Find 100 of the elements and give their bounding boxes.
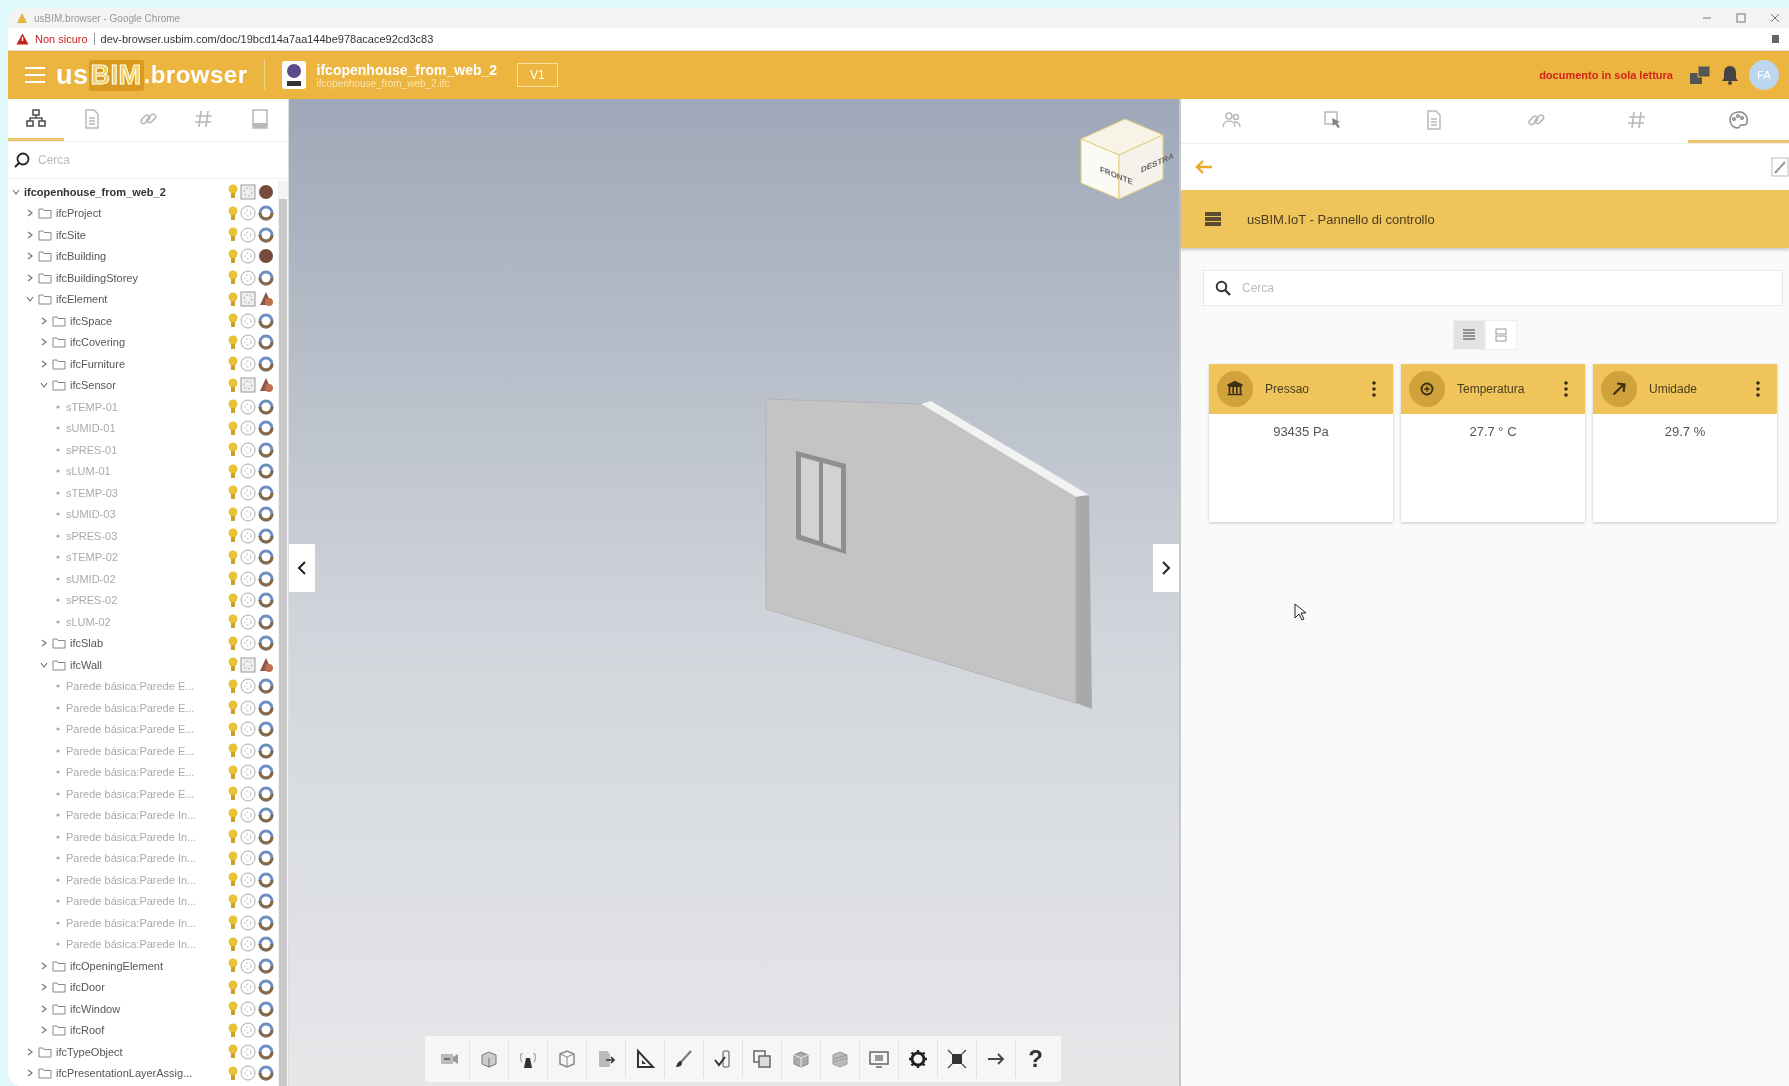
bulb-icon[interactable] xyxy=(228,420,238,436)
edit-icon[interactable] xyxy=(1771,157,1789,177)
tree-item[interactable]: ifcRoof xyxy=(70,1024,105,1037)
collapse-left-button[interactable] xyxy=(289,544,315,592)
bulb-icon[interactable] xyxy=(228,1044,238,1060)
ring-icon[interactable] xyxy=(258,420,274,437)
tree-item[interactable]: Parede básica:Parede E... xyxy=(66,744,195,757)
chevron-icon[interactable] xyxy=(40,639,48,648)
layers-icon[interactable] xyxy=(1689,65,1711,85)
bulb-icon[interactable] xyxy=(228,764,238,780)
bulb-icon[interactable] xyxy=(228,549,238,565)
ring-icon[interactable] xyxy=(258,1022,274,1039)
ring-icon[interactable] xyxy=(258,334,274,351)
ring-icon[interactable] xyxy=(258,592,274,609)
bulb-icon[interactable] xyxy=(228,721,238,737)
ring-icon[interactable] xyxy=(258,570,274,587)
bulb-icon[interactable] xyxy=(228,915,238,931)
list-view-button[interactable] xyxy=(1453,320,1485,350)
chevron-icon[interactable] xyxy=(12,187,20,196)
tree-item[interactable]: Parede básica:Parede E... xyxy=(66,680,195,693)
collapse-right-button[interactable] xyxy=(1153,544,1179,592)
ring-icon[interactable] xyxy=(258,807,274,824)
chevron-icon[interactable] xyxy=(40,316,48,325)
ring-icon[interactable] xyxy=(258,549,274,566)
ring-icon[interactable] xyxy=(258,312,274,329)
ring-icon[interactable] xyxy=(258,742,274,759)
tree-item[interactable]: ifcBuilding xyxy=(56,250,107,263)
tree-item[interactable]: sUMID-02 xyxy=(66,572,116,585)
ring-icon[interactable] xyxy=(258,463,274,480)
ring-icon[interactable] xyxy=(258,205,274,222)
ring-icon[interactable] xyxy=(258,355,274,372)
tree-item[interactable]: ifcSpace xyxy=(70,314,113,327)
more-icon[interactable] xyxy=(1563,380,1569,398)
bulb-icon[interactable] xyxy=(228,635,238,651)
chevron-icon[interactable] xyxy=(26,252,34,261)
ring-icon[interactable] xyxy=(258,527,274,544)
bulb-icon[interactable] xyxy=(228,528,238,544)
ring-icon[interactable] xyxy=(258,441,274,458)
ring-icon[interactable] xyxy=(258,936,274,953)
tree-item[interactable]: ifcElement xyxy=(56,293,108,306)
tree-item[interactable]: ifcopenhouse_from_web_2 xyxy=(24,185,166,198)
tree-item[interactable]: Parede básica:Parede In... xyxy=(66,938,197,951)
bulb-icon[interactable] xyxy=(228,248,238,264)
ring-icon[interactable] xyxy=(258,506,274,523)
ring-icon[interactable] xyxy=(258,979,274,996)
tree-item[interactable]: Parede básica:Parede E... xyxy=(66,787,195,800)
bulb-icon[interactable] xyxy=(228,399,238,415)
ring-icon[interactable] xyxy=(258,721,274,738)
ring-icon[interactable] xyxy=(258,957,274,974)
tree-item[interactable]: ifcDoor xyxy=(70,981,105,994)
ring-icon[interactable] xyxy=(258,764,274,781)
close-icon[interactable] xyxy=(1769,12,1781,24)
bulb-icon[interactable] xyxy=(228,829,238,845)
version-button[interactable]: V1 xyxy=(517,63,558,87)
search-field[interactable]: Cerca xyxy=(36,152,282,168)
bulb-icon[interactable] xyxy=(228,571,238,587)
bulb-icon[interactable] xyxy=(228,485,238,501)
tree-item[interactable]: Parede básica:Parede In... xyxy=(66,809,197,822)
bulb-icon[interactable] xyxy=(228,1022,238,1038)
ring-icon[interactable] xyxy=(258,699,274,716)
back-arrow-icon[interactable] xyxy=(1195,159,1213,175)
extension-icon[interactable] xyxy=(1771,33,1781,45)
tree-item[interactable]: Parede básica:Parede E... xyxy=(66,723,195,736)
notification-icon[interactable] xyxy=(1721,65,1739,85)
bulb-icon[interactable] xyxy=(228,356,238,372)
bulb-icon[interactable] xyxy=(228,506,238,522)
tree-item[interactable]: sTEMP-03 xyxy=(66,486,118,499)
bulb-icon[interactable] xyxy=(228,1065,238,1081)
more-icon[interactable] xyxy=(1371,380,1377,398)
chevron-icon[interactable] xyxy=(40,961,48,970)
user-avatar[interactable]: FA xyxy=(1749,60,1779,90)
more-icon[interactable] xyxy=(1755,380,1761,398)
shapes-icon[interactable] xyxy=(258,291,274,308)
bulb-icon[interactable] xyxy=(228,893,238,909)
card-view-button[interactable] xyxy=(1485,320,1517,350)
ring-icon[interactable] xyxy=(258,1043,274,1060)
bulb-icon[interactable] xyxy=(228,592,238,608)
tree-item[interactable]: Parede básica:Parede In... xyxy=(66,852,197,865)
bulb-icon[interactable] xyxy=(228,313,238,329)
tree-item[interactable]: ifcPresentationLayerAssig... xyxy=(56,1067,193,1080)
bulb-icon[interactable] xyxy=(228,442,238,458)
ring-icon[interactable] xyxy=(258,850,274,867)
tree-item[interactable]: sPRES-03 xyxy=(66,529,118,542)
chevron-icon[interactable] xyxy=(40,983,48,992)
tree-item[interactable]: ifcSlab xyxy=(70,637,104,650)
search-field[interactable]: Cerca xyxy=(1203,270,1783,306)
bulb-icon[interactable] xyxy=(228,700,238,716)
ring-icon[interactable] xyxy=(258,484,274,501)
tree-item[interactable]: Parede básica:Parede In... xyxy=(66,830,197,843)
chevron-icon[interactable] xyxy=(26,295,34,304)
bulb-icon[interactable] xyxy=(228,786,238,802)
tree-item[interactable]: Parede básica:Parede In... xyxy=(66,916,197,929)
bulb-icon[interactable] xyxy=(228,270,238,286)
bulb-icon[interactable] xyxy=(228,958,238,974)
chevron-icon[interactable] xyxy=(40,660,48,669)
scrollbar[interactable] xyxy=(278,181,288,1086)
shapes-icon[interactable] xyxy=(258,656,274,673)
chevron-icon[interactable] xyxy=(40,338,48,347)
bulb-icon[interactable] xyxy=(228,678,238,694)
bulb-icon[interactable] xyxy=(228,850,238,866)
